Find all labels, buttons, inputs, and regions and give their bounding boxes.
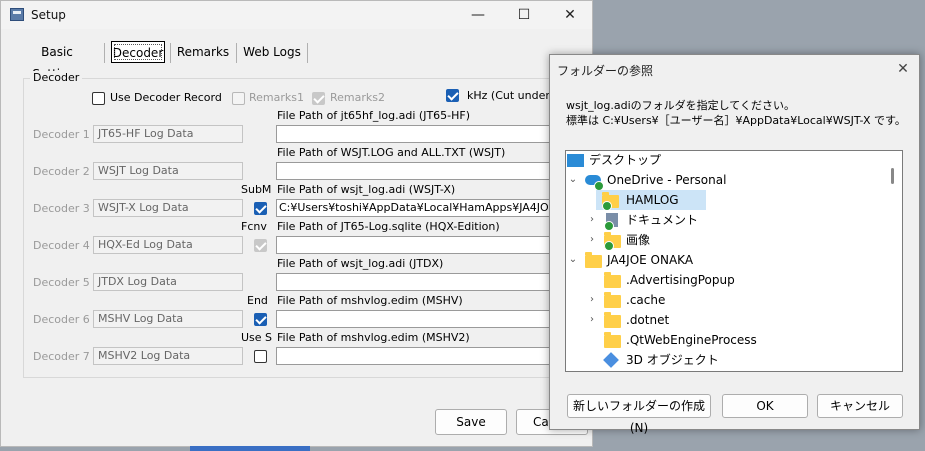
decoder-4-field[interactable]: HQX-Ed Log Data — [93, 236, 243, 254]
folder-icon — [585, 252, 602, 268]
sync-badge-icon — [602, 201, 612, 211]
tab-basic-settings[interactable]: Basic Settings — [15, 41, 99, 81]
chevron-right-icon[interactable]: › — [586, 210, 598, 230]
path-1-input[interactable] — [276, 125, 556, 143]
chevron-down-icon[interactable]: ⌄ — [567, 170, 579, 190]
khz-checkbox[interactable] — [446, 89, 459, 102]
decoder-3-field[interactable]: WSJT-X Log Data — [93, 199, 243, 217]
khz-label: kHz (Cut under — [467, 89, 550, 102]
dialog-close-icon[interactable]: ✕ — [888, 58, 918, 80]
chevron-right-icon[interactable]: › — [586, 230, 598, 250]
decoder-6-field[interactable]: MSHV Log Data — [93, 310, 243, 328]
tree-item-label: .cache — [626, 293, 666, 307]
tree-scrollbar[interactable] — [891, 168, 894, 184]
decoder-2-field[interactable]: WSJT Log Data — [93, 162, 243, 180]
decoder-7-label: Decoder 7 — [33, 350, 90, 363]
tab-remarks[interactable]: Remarks — [175, 41, 231, 63]
folder-icon — [604, 332, 621, 348]
remarks1-label: Remarks1 — [249, 91, 304, 104]
tree-item-label: 画像 — [626, 233, 651, 247]
path-4-label: File Path of JT65-Log.sqlite (HQX-Editio… — [277, 220, 500, 233]
end-label: End — [247, 294, 268, 307]
tree-item-label: OneDrive - Personal — [607, 173, 727, 187]
decoder-1-label: Decoder 1 — [33, 128, 90, 141]
fcnv-checkbox[interactable] — [254, 239, 267, 252]
decoder-3-label: Decoder 3 — [33, 202, 90, 215]
folder-icon — [604, 292, 621, 308]
use-decoder-record-checkbox[interactable] — [92, 92, 105, 105]
path-5-input[interactable] — [276, 273, 556, 291]
tree-item-label: デスクトップ — [589, 153, 662, 167]
tree-item-hamlog[interactable]: HAMLOG — [596, 190, 706, 211]
decoder-7-field[interactable]: MSHV2 Log Data — [93, 347, 243, 365]
tab-divider — [170, 43, 171, 63]
path-7-input[interactable] — [276, 347, 556, 365]
tab-decoder[interactable]: Decoder — [111, 41, 165, 63]
tree-item-label: .QtWebEngineProcess — [626, 333, 757, 347]
tree-item-label: 3D オブジェクト — [626, 353, 719, 367]
decoder-2-label: Decoder 2 — [33, 165, 90, 178]
tree-item-label: ドキュメント — [626, 213, 699, 227]
use-decoder-record-label: Use Decoder Record — [110, 91, 222, 104]
tree-item-label: .dotnet — [626, 313, 670, 327]
path-2-input[interactable] — [276, 162, 556, 180]
dialog-message-2: 標準は C:¥Users¥［ユーザー名］¥AppData¥Local¥WSJT-… — [566, 114, 906, 127]
maximize-icon[interactable]: ☐ — [501, 1, 547, 29]
path-6-label: File Path of mshvlog.edim (MSHV) — [277, 294, 463, 307]
setup-window: Setup — ☐ ✕ Basic Settings Decoder Remar… — [0, 0, 593, 447]
path-3-label: File Path of wsjt_log.adi (WSJT-X) — [277, 183, 456, 196]
end-checkbox[interactable] — [254, 313, 267, 326]
window-title: Setup — [31, 8, 66, 22]
remarks1-checkbox[interactable] — [232, 92, 245, 105]
decoder-6-label: Decoder 6 — [33, 313, 90, 326]
path-2-label: File Path of WSJT.LOG and ALL.TXT (WSJT) — [277, 146, 506, 159]
tab-divider — [236, 43, 237, 63]
desktop-icon — [567, 154, 584, 167]
dialog-message-1: wsjt_log.adiのフォルダを指定してください。 — [566, 99, 795, 112]
use-s-checkbox[interactable] — [254, 350, 267, 363]
tree-item-label: .AdvertisingPopup — [626, 273, 735, 287]
path-5-label: File Path of wsjt_log.adi (JTDX) — [277, 257, 444, 270]
remarks2-checkbox[interactable] — [312, 92, 325, 105]
sync-badge-icon — [604, 221, 614, 231]
path-1-label: File Path of jt65hf_log.adi (JT65-HF) — [277, 109, 471, 122]
fcnv-label: Fcnv — [241, 220, 267, 233]
dialog-title: フォルダーの参照 — [557, 64, 654, 78]
tab-web-logs[interactable]: Web Logs — [241, 41, 303, 63]
chevron-down-icon[interactable]: ⌄ — [567, 250, 579, 270]
tab-divider — [307, 43, 308, 63]
chevron-right-icon[interactable]: › — [586, 290, 598, 310]
minimize-icon[interactable]: — — [455, 1, 501, 29]
path-6-input[interactable] — [276, 310, 556, 328]
decoder-1-field[interactable]: JT65-HF Log Data — [93, 125, 243, 143]
save-button[interactable]: Save — [435, 409, 507, 435]
tab-divider — [104, 43, 105, 63]
folder-icon — [604, 272, 621, 288]
submit-checkbox[interactable] — [254, 202, 267, 215]
submit-label: SubM — [241, 183, 272, 196]
path-7-label: File Path of mshvlog.edim (MSHV2) — [277, 331, 470, 344]
use-s-label: Use S — [241, 331, 273, 344]
ok-button[interactable]: OK — [722, 394, 808, 418]
path-4-input[interactable] — [276, 236, 556, 254]
decoder-5-field[interactable]: JTDX Log Data — [93, 273, 243, 291]
folder-icon — [604, 312, 621, 328]
chevron-right-icon[interactable]: › — [586, 310, 598, 330]
taskbar-item[interactable] — [190, 446, 310, 451]
remarks2-label: Remarks2 — [330, 91, 385, 104]
dialog-cancel-button[interactable]: キャンセル — [817, 394, 903, 418]
path-3-input[interactable]: C:¥Users¥toshi¥AppData¥Local¥HamApps¥JA4… — [276, 199, 556, 217]
decoder-4-label: Decoder 4 — [33, 239, 90, 252]
tree-item-label: JA4JOE ONAKA — [607, 253, 694, 267]
tree-item-label: HAMLOG — [626, 193, 679, 207]
app-icon — [10, 8, 24, 21]
decoder-group-label: Decoder — [30, 71, 83, 84]
new-folder-button[interactable]: 新しいフォルダーの作成(N) — [567, 394, 711, 435]
close-icon[interactable]: ✕ — [547, 1, 593, 29]
decoder-5-label: Decoder 5 — [33, 276, 90, 289]
